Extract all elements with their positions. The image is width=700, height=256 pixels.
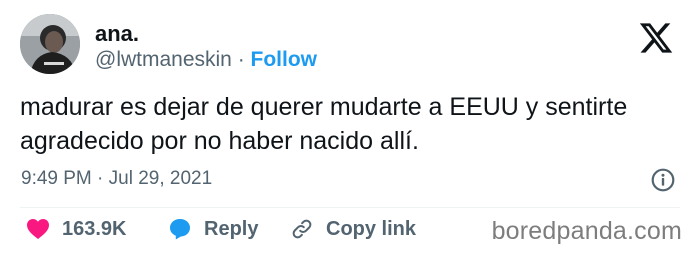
tweet-text-line: agradecido por no haber nacido allí. xyxy=(20,127,419,155)
tweet-text: madurar es dejar de querer mudarte a EEU… xyxy=(20,90,685,158)
like-button[interactable]: 163.9K xyxy=(26,215,127,243)
divider xyxy=(20,207,680,208)
author-handle-line: @lwtmaneskin · Follow xyxy=(95,48,317,72)
reply-button[interactable]: Reply xyxy=(168,215,258,243)
x-logo-icon[interactable] xyxy=(636,20,676,56)
reply-label: Reply xyxy=(204,217,259,240)
copy-link-label: Copy link xyxy=(326,217,417,240)
info-icon[interactable] xyxy=(650,167,676,193)
tweet-text-line: madurar es dejar de querer mudarte a EEU… xyxy=(20,93,628,121)
like-count: 163.9K xyxy=(62,217,127,240)
heart-icon xyxy=(27,219,49,239)
copy-link-button[interactable]: Copy link xyxy=(290,215,416,243)
author-handle[interactable]: @lwtmaneskin xyxy=(95,48,232,71)
tweet-timestamp[interactable]: 9:49 PM · Jul 29, 2021 xyxy=(21,168,212,190)
avatar-photo xyxy=(20,14,80,74)
speech-bubble-icon xyxy=(170,219,190,240)
avatar[interactable] xyxy=(20,14,80,74)
handle-separator: · xyxy=(231,48,251,71)
follow-button[interactable]: Follow xyxy=(251,48,318,71)
author-name[interactable]: ana. xyxy=(95,21,139,47)
watermark: boredpanda.com xyxy=(491,217,682,245)
link-icon xyxy=(292,219,312,239)
